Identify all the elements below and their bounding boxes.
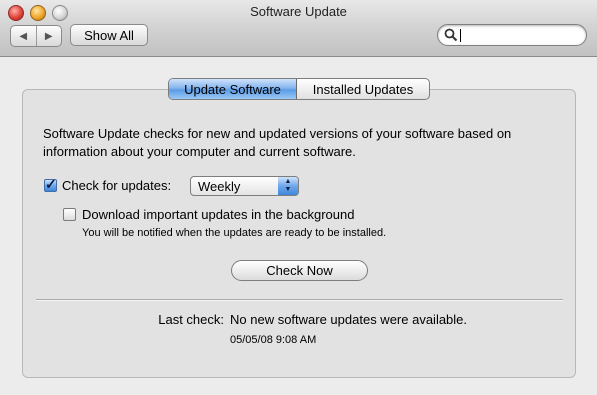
last-check-label: Last check: <box>158 312 224 327</box>
updown-arrows-icon: ▲ ▼ <box>278 177 298 195</box>
back-arrow-icon[interactable]: ◀ <box>11 26 37 46</box>
text-cursor <box>460 29 461 42</box>
show-all-button[interactable]: Show All <box>70 24 148 46</box>
download-background-checkbox[interactable] <box>63 208 76 221</box>
tab-update-software[interactable]: Update Software <box>169 79 297 99</box>
tab-bar: Update Software Installed Updates <box>168 78 430 100</box>
download-background-label: Download important updates in the backgr… <box>82 207 355 222</box>
frequency-value: Weekly <box>198 179 241 194</box>
last-check-status: No new software updates were available. <box>230 312 468 327</box>
title-toolbar: Software Update ◀ ▶ Show All <box>0 0 597 57</box>
forward-arrow-icon[interactable]: ▶ <box>37 26 62 46</box>
search-field[interactable] <box>437 24 587 46</box>
preferences-window: Software Update ◀ ▶ Show All Update Soft… <box>0 0 597 395</box>
check-for-updates-checkbox[interactable]: ✓ <box>44 176 57 192</box>
checkmark-icon: ✓ <box>45 176 57 192</box>
separator <box>36 299 563 301</box>
window-title: Software Update <box>250 4 347 19</box>
download-note: You will be notified when the updates ar… <box>82 227 387 239</box>
description-text: Software Update checks for new and updat… <box>43 126 512 159</box>
last-check-date: 05/05/08 9:08 AM <box>230 334 317 346</box>
magnifier-icon <box>444 28 458 42</box>
back-forward-control: ◀ ▶ <box>10 25 62 47</box>
frequency-popup[interactable]: Weekly ▲ ▼ <box>190 176 299 196</box>
check-now-button[interactable]: Check Now <box>231 260 368 281</box>
tab-installed-updates[interactable]: Installed Updates <box>297 79 429 99</box>
check-for-updates-label: Check for updates: <box>62 178 172 193</box>
